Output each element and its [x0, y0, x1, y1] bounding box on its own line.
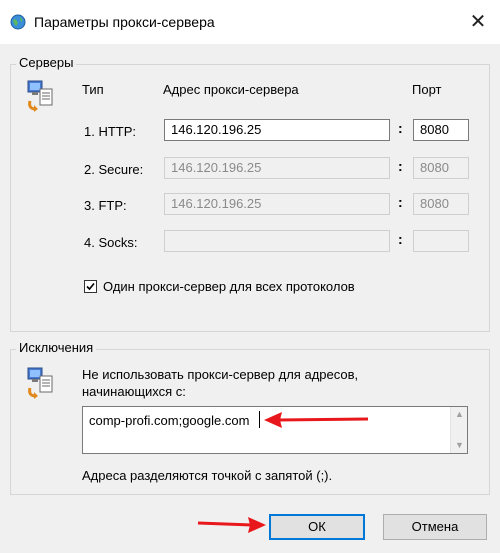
- address-column-header: Адрес прокси-сервера: [163, 82, 299, 97]
- same-proxy-label[interactable]: Один прокси-сервер для всех протоколов: [103, 279, 355, 294]
- annotation-arrow-exceptions: [264, 412, 369, 428]
- network-computer-icon: [26, 79, 58, 113]
- window-title: Параметры прокси-сервера: [34, 14, 215, 30]
- exceptions-value: comp-profi.com;google.com: [89, 413, 250, 428]
- socks-port-input[interactable]: [413, 230, 469, 252]
- socks-label: 4. Socks:: [84, 235, 138, 250]
- scroll-up-icon[interactable]: ▲: [455, 410, 464, 419]
- exceptions-description-line1: Не использовать прокси-сервер для адресо…: [82, 367, 359, 382]
- ftp-address-input[interactable]: 146.120.196.25: [164, 193, 390, 215]
- socks-address-input[interactable]: [164, 230, 390, 252]
- title-bar: Параметры прокси-сервера ✕: [0, 0, 500, 44]
- ftp-separator: :: [398, 194, 403, 210]
- globe-icon: [10, 14, 26, 30]
- exceptions-computer-icon: [26, 366, 58, 400]
- ok-button[interactable]: ОК: [269, 514, 365, 540]
- servers-legend: Серверы: [16, 55, 77, 70]
- close-button[interactable]: ✕: [466, 10, 490, 34]
- http-port-input[interactable]: 8080: [413, 119, 469, 141]
- exceptions-legend: Исключения: [16, 340, 97, 355]
- exceptions-description-line2: начинающихся с:: [82, 384, 186, 399]
- http-separator: :: [398, 120, 403, 136]
- port-column-header: Порт: [412, 82, 442, 97]
- text-caret: [259, 411, 260, 428]
- http-address-input[interactable]: 146.120.196.25: [164, 119, 390, 141]
- scroll-down-icon[interactable]: ▼: [455, 441, 464, 450]
- ftp-port-input[interactable]: 8080: [413, 193, 469, 215]
- secure-address-input[interactable]: 146.120.196.25: [164, 157, 390, 179]
- textarea-scrollbar[interactable]: ▲ ▼: [450, 407, 467, 453]
- secure-label: 2. Secure:: [84, 162, 144, 177]
- dialog-body: Серверы Тип Адрес прокси-сервера Порт 1.…: [0, 44, 500, 553]
- exceptions-hint: Адреса разделяются точкой с запятой (;).: [82, 468, 333, 483]
- ftp-label: 3. FTP:: [84, 198, 127, 213]
- cancel-button[interactable]: Отмена: [383, 514, 487, 540]
- checkmark-icon: [86, 282, 95, 291]
- annotation-arrow-ok: [197, 517, 266, 533]
- secure-separator: :: [398, 158, 403, 174]
- type-column-header: Тип: [82, 82, 104, 97]
- same-proxy-checkbox[interactable]: [84, 280, 97, 293]
- http-label: 1. HTTP:: [84, 124, 137, 139]
- secure-port-input[interactable]: 8080: [413, 157, 469, 179]
- socks-separator: :: [398, 231, 403, 247]
